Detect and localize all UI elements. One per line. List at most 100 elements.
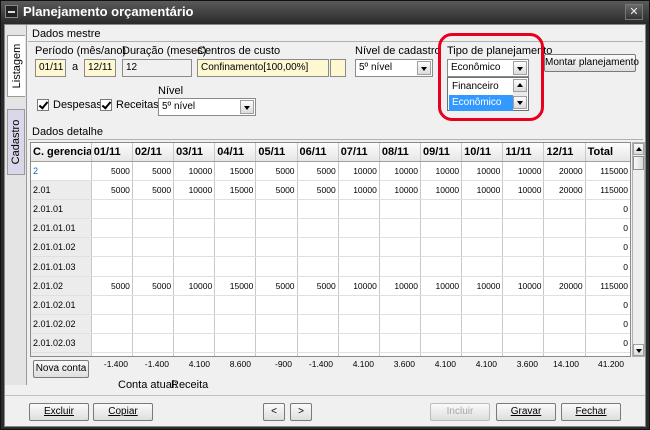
table-cell[interactable] (461, 218, 504, 239)
table-cell[interactable] (173, 295, 216, 316)
table-cell[interactable]: 5000 (91, 180, 133, 200)
table-cell[interactable]: 10000 (420, 161, 463, 181)
table-cell[interactable]: 15000 (214, 161, 257, 181)
column-header[interactable]: 02/11 (132, 143, 175, 162)
table-cell[interactable]: 20000 (543, 161, 586, 181)
table-cell[interactable]: 10000 (173, 276, 216, 296)
nova-conta-button[interactable]: Nova conta (33, 360, 89, 378)
table-cell[interactable] (255, 256, 298, 277)
detail-grid[interactable]: C. gerencial 01/11 02/11 03/11 04/11 05/11 06/… (30, 142, 631, 357)
table-cell[interactable] (338, 314, 380, 335)
table-cell[interactable] (461, 314, 504, 335)
row-account-cell[interactable]: 2.01.01.02 (31, 237, 92, 258)
table-cell[interactable] (420, 333, 463, 354)
table-cell[interactable]: 10000 (173, 161, 216, 181)
table-row[interactable]: 2.01.01.02 0 (31, 237, 630, 258)
table-cell[interactable] (338, 295, 380, 316)
table-cell[interactable] (420, 314, 463, 335)
table-cell[interactable] (502, 256, 545, 277)
table-cell[interactable]: 10000 (461, 276, 504, 296)
table-cell[interactable]: 5000 (132, 276, 175, 296)
column-header[interactable]: 07/11 (338, 143, 380, 162)
table-cell[interactable] (91, 333, 133, 354)
table-cell[interactable]: 5000 (255, 276, 298, 296)
row-account-cell[interactable]: 2.01.01.03 (31, 256, 92, 277)
column-header[interactable]: 09/11 (420, 143, 463, 162)
scroll-up-icon[interactable] (513, 79, 527, 92)
table-cell[interactable]: 0 (585, 256, 630, 277)
table-cell[interactable] (420, 237, 463, 258)
table-cell[interactable] (461, 333, 504, 354)
table-cell[interactable]: 10000 (338, 180, 380, 200)
table-cell[interactable] (173, 333, 216, 354)
table-cell[interactable] (255, 237, 298, 258)
table-cell[interactable]: 0 (585, 333, 630, 354)
row-account-cell[interactable]: 2.01.01 (31, 199, 92, 220)
table-cell[interactable]: 10000 (420, 276, 463, 296)
column-header[interactable]: 06/11 (297, 143, 339, 162)
column-header[interactable]: 12/11 (543, 143, 586, 162)
table-cell[interactable] (502, 333, 545, 354)
table-cell[interactable] (379, 314, 422, 335)
table-cell[interactable] (132, 314, 175, 335)
table-cell[interactable] (379, 199, 422, 220)
table-cell[interactable] (173, 256, 216, 277)
table-cell[interactable] (214, 256, 257, 277)
table-row[interactable]: 2.01.02.01 0 (31, 295, 630, 316)
table-cell[interactable] (461, 237, 504, 258)
row-account-cell[interactable]: 2.01.02.03 (31, 333, 92, 354)
tipo-option-financeiro[interactable]: Financeiro (449, 79, 513, 95)
fechar-button[interactable]: Fechar (561, 403, 621, 421)
table-row[interactable]: 2.01.01.03 0 (31, 256, 630, 277)
tab-listagem[interactable]: Listagem (7, 35, 25, 97)
table-cell[interactable] (461, 295, 504, 316)
table-cell[interactable] (173, 218, 216, 239)
table-cell[interactable] (338, 237, 380, 258)
table-cell[interactable] (297, 237, 339, 258)
table-cell[interactable] (502, 218, 545, 239)
table-cell[interactable]: 115000 (585, 276, 630, 296)
excluir-button[interactable]: Excluir (29, 403, 89, 421)
window-menu-icon[interactable] (5, 5, 18, 18)
table-cell[interactable]: 10000 (502, 276, 545, 296)
table-cell[interactable] (132, 256, 175, 277)
column-header[interactable]: 05/11 (255, 143, 298, 162)
table-cell[interactable]: 10000 (379, 180, 422, 200)
table-cell[interactable] (502, 314, 545, 335)
nivel-select[interactable]: 5º nível (158, 98, 256, 116)
table-cell[interactable] (214, 237, 257, 258)
table-cell[interactable] (420, 295, 463, 316)
chevron-down-icon[interactable] (240, 100, 254, 114)
table-cell[interactable] (132, 199, 175, 220)
scroll-down-icon[interactable] (633, 344, 644, 356)
row-account-cell[interactable]: 2.01 (31, 180, 92, 200)
incluir-button[interactable]: Incluir (430, 403, 490, 421)
nivel-cadastro-select[interactable]: 5º nível (355, 59, 433, 77)
table-cell[interactable] (338, 199, 380, 220)
table-cell[interactable] (543, 314, 586, 335)
table-cell[interactable]: 5000 (132, 180, 175, 200)
table-cell[interactable] (297, 295, 339, 316)
table-cell[interactable] (420, 256, 463, 277)
table-cell[interactable] (91, 295, 133, 316)
table-cell[interactable] (502, 237, 545, 258)
table-cell[interactable]: 15000 (214, 180, 257, 200)
table-cell[interactable] (461, 256, 504, 277)
table-cell[interactable] (214, 314, 257, 335)
table-cell[interactable] (297, 333, 339, 354)
table-cell[interactable] (214, 218, 257, 239)
table-cell[interactable] (543, 237, 586, 258)
table-cell[interactable] (379, 333, 422, 354)
table-cell[interactable]: 5000 (255, 161, 298, 181)
receitas-checkbox[interactable] (100, 99, 112, 111)
chevron-down-icon[interactable] (513, 61, 527, 75)
table-cell[interactable] (132, 295, 175, 316)
tipo-select[interactable]: Econômico (447, 59, 529, 77)
table-cell[interactable] (132, 237, 175, 258)
table-cell[interactable]: 115000 (585, 161, 630, 181)
column-header[interactable]: 08/11 (379, 143, 422, 162)
table-row[interactable]: 2.01.02.02 0 (31, 314, 630, 335)
row-account-cell[interactable]: 2.01.02.01 (31, 295, 92, 316)
table-cell[interactable] (338, 333, 380, 354)
table-cell[interactable]: 10000 (502, 161, 545, 181)
